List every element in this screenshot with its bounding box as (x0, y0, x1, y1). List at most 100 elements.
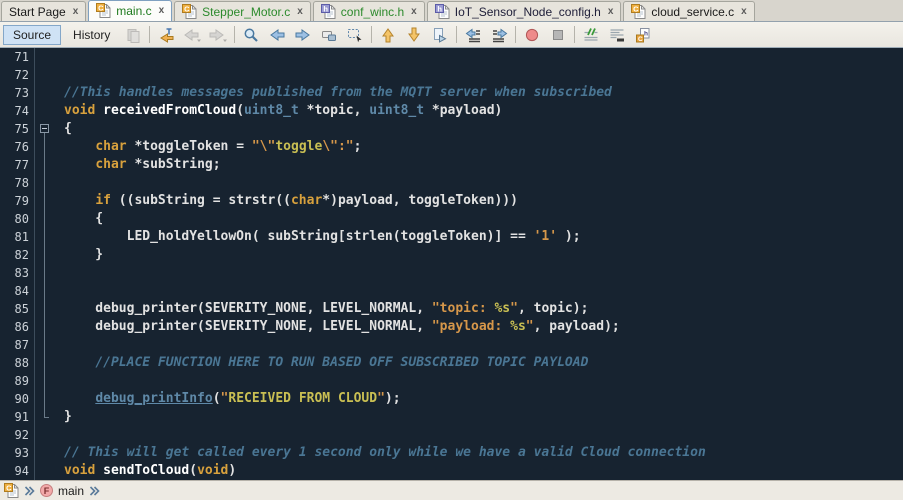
code-line: if ((subString = strstr((char*)payload, … (64, 192, 903, 210)
tab-start-page[interactable]: Start Page x (1, 1, 86, 21)
chevron-right-icon[interactable] (89, 485, 100, 497)
line-number[interactable]: 91 (0, 408, 29, 426)
code-line: void receivedFromCloud(uint8_t *topic, u… (64, 102, 903, 120)
svg-text:h: h (323, 4, 328, 13)
find-previous-icon[interactable] (264, 23, 290, 47)
code-line (64, 48, 903, 66)
toggle-highlight-icon[interactable] (316, 23, 342, 47)
line-number[interactable]: 78 (0, 174, 29, 192)
back-icon (179, 23, 205, 47)
chevron-right-icon[interactable] (24, 485, 35, 497)
shift-right-icon[interactable] (486, 23, 512, 47)
tab-stepper-motor-c[interactable]: CStepper_Motor.cx (174, 1, 311, 21)
line-number[interactable]: 76 (0, 138, 29, 156)
source-view-button[interactable]: Source (3, 25, 61, 45)
find-next-icon[interactable] (290, 23, 316, 47)
line-number[interactable]: 79 (0, 192, 29, 210)
code-line: debug_printer(SEVERITY_NONE, LEVEL_NORMA… (64, 300, 903, 318)
editor-tab-bar: Start PagexCmain.cxCStepper_Motor.cxhcon… (0, 0, 903, 22)
toolbar-separator (371, 26, 372, 43)
line-number[interactable]: 81 (0, 228, 29, 246)
close-icon[interactable]: x (741, 7, 747, 17)
function-badge-icon: F (40, 484, 53, 497)
shift-left-icon[interactable] (460, 23, 486, 47)
close-icon[interactable]: x (73, 7, 79, 17)
breadcrumb: C F main (0, 480, 903, 500)
toolbar-separator (234, 26, 235, 43)
code-line: } (64, 246, 903, 264)
close-icon[interactable]: x (297, 7, 303, 17)
line-number[interactable]: 94 (0, 462, 29, 480)
line-number[interactable]: 86 (0, 318, 29, 336)
code-editor: 7172737475767778798081828384858687888990… (0, 48, 903, 480)
c-file-icon: C (96, 3, 111, 19)
code-text-area[interactable]: //This handles messages published from t… (55, 48, 903, 480)
code-line: } (64, 408, 903, 426)
next-bookmark-icon[interactable] (401, 23, 427, 47)
diff-icon (120, 23, 146, 47)
line-number[interactable]: 88 (0, 354, 29, 372)
code-line (64, 66, 903, 84)
h-file-icon: h (435, 4, 450, 20)
find-selection-icon[interactable] (238, 23, 264, 47)
line-number[interactable]: 87 (0, 336, 29, 354)
toolbar-icon-group: hC (120, 23, 656, 47)
go-to-header-source-icon[interactable]: hC (630, 23, 656, 47)
line-number[interactable]: 72 (0, 66, 29, 84)
code-line (64, 336, 903, 354)
line-number[interactable]: 84 (0, 282, 29, 300)
start-macro-recording-icon[interactable] (519, 23, 545, 47)
tab-iot-sensor-node-config-h[interactable]: hIoT_Sensor_Node_config.hx (427, 1, 622, 21)
svg-text:C: C (98, 3, 104, 12)
tab-label: Start Page (9, 5, 66, 19)
close-icon[interactable]: x (411, 7, 417, 17)
fold-end-mark (44, 417, 49, 418)
uncomment-icon[interactable] (604, 23, 630, 47)
toggle-bookmark-icon[interactable] (427, 23, 453, 47)
code-line: { (64, 120, 903, 138)
rectangular-selection-icon[interactable] (342, 23, 368, 47)
tab-main-c[interactable]: Cmain.c x (88, 0, 172, 21)
line-number[interactable]: 71 (0, 48, 29, 66)
toolbar-separator (149, 26, 150, 43)
line-number[interactable]: 75 (0, 120, 29, 138)
line-number[interactable]: 73 (0, 84, 29, 102)
line-number[interactable]: 77 (0, 156, 29, 174)
code-line: debug_printer(SEVERITY_NONE, LEVEL_NORMA… (64, 318, 903, 336)
ide-window: Start PagexCmain.cxCStepper_Motor.cxhcon… (0, 0, 903, 500)
svg-text:h: h (644, 30, 648, 37)
line-number[interactable]: 82 (0, 246, 29, 264)
code-fold-column[interactable] (35, 48, 55, 480)
breadcrumb-function[interactable]: main (58, 484, 84, 498)
line-number[interactable]: 74 (0, 102, 29, 120)
line-number[interactable]: 92 (0, 426, 29, 444)
line-number[interactable]: 90 (0, 390, 29, 408)
close-icon[interactable]: x (159, 6, 165, 16)
tab-label: Stepper_Motor.c (202, 5, 290, 19)
previous-bookmark-icon[interactable] (375, 23, 401, 47)
svg-text:h: h (437, 4, 442, 13)
code-line: //PLACE FUNCTION HERE TO RUN BASED OFF S… (64, 354, 903, 372)
code-line: debug_printInfo("RECEIVED FROM CLOUD"); (64, 390, 903, 408)
history-view-button[interactable]: History (63, 25, 120, 45)
code-line (64, 426, 903, 444)
c-file-icon: C (4, 483, 19, 499)
line-number[interactable]: 83 (0, 264, 29, 282)
line-number[interactable]: 89 (0, 372, 29, 390)
toolbar-separator (574, 26, 575, 43)
line-number[interactable]: 93 (0, 444, 29, 462)
code-line: char *toggleToken = "\"toggle\":"; (64, 138, 903, 156)
code-line (64, 264, 903, 282)
comment-icon[interactable] (578, 23, 604, 47)
tab-cloud-service-c[interactable]: Ccloud_service.cx (623, 1, 754, 21)
last-edit-icon[interactable] (153, 23, 179, 47)
line-number-gutter[interactable]: 7172737475767778798081828384858687888990… (0, 48, 34, 480)
c-file-icon: C (631, 4, 646, 20)
tab-label: main.c (116, 4, 151, 18)
line-number[interactable]: 80 (0, 210, 29, 228)
fold-collapse-box[interactable] (40, 124, 49, 133)
line-number[interactable]: 85 (0, 300, 29, 318)
close-icon[interactable]: x (608, 7, 614, 17)
stop-macro-recording-icon[interactable] (545, 23, 571, 47)
tab-conf-winc-h[interactable]: hconf_winc.hx (313, 1, 425, 21)
